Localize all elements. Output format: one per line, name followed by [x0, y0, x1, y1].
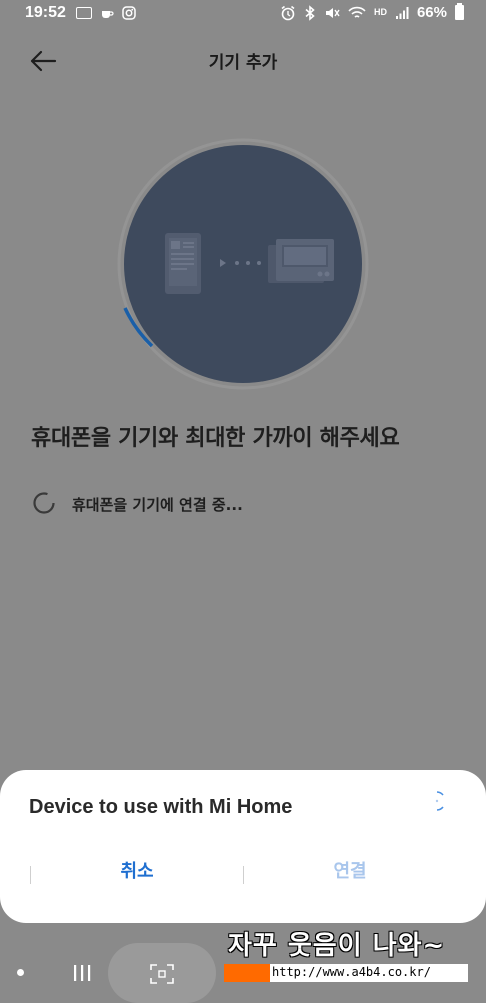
- battery-level: 66%: [416, 4, 447, 21]
- watermark-url: http://www.a4b4.co.kr/: [272, 965, 431, 979]
- wifi-icon: [348, 6, 366, 18]
- instagram-icon: [122, 6, 136, 20]
- connect-button[interactable]: 연결: [244, 854, 456, 890]
- loading-icon: [435, 791, 444, 811]
- scan-icon[interactable]: [150, 964, 174, 984]
- loading-spinner-icon: [33, 492, 55, 514]
- mute-icon: [325, 7, 340, 18]
- notification-app-icon: [76, 7, 92, 19]
- watermark-accent: [224, 964, 270, 982]
- watermark-text: 자꾸 웃음이 나와~: [228, 931, 446, 961]
- bluetooth-icon: [305, 4, 315, 21]
- headline: 휴대폰을 기기와 최대한 가까이 해주세요: [31, 426, 400, 451]
- device-icon: [268, 239, 334, 283]
- phone-icon: [165, 233, 201, 294]
- nav-dot-icon[interactable]: [17, 969, 24, 976]
- progress-text: 휴대폰을 기기에 연결 중...: [72, 496, 243, 514]
- alarm-icon: [281, 5, 295, 20]
- recent-apps-icon[interactable]: [72, 964, 92, 982]
- status-time: 19:52: [25, 4, 66, 21]
- battery-icon: [455, 3, 464, 20]
- dialog-title: Device to use with Mi Home: [29, 796, 293, 818]
- notification-icons: [76, 6, 136, 20]
- connecting-dots-icon: [220, 259, 261, 267]
- device-dialog: Device to use with Mi Home 취소 연결: [0, 770, 486, 923]
- status-bar: 19:52 HD 66%: [0, 0, 486, 30]
- hd-voice-label: HD: [373, 7, 387, 17]
- page-title: 기기 추가: [208, 53, 278, 73]
- cancel-button[interactable]: 취소: [31, 854, 243, 890]
- signal-icon: [395, 6, 409, 19]
- status-right: HD 66%: [280, 3, 464, 21]
- coffee-icon: [102, 11, 114, 18]
